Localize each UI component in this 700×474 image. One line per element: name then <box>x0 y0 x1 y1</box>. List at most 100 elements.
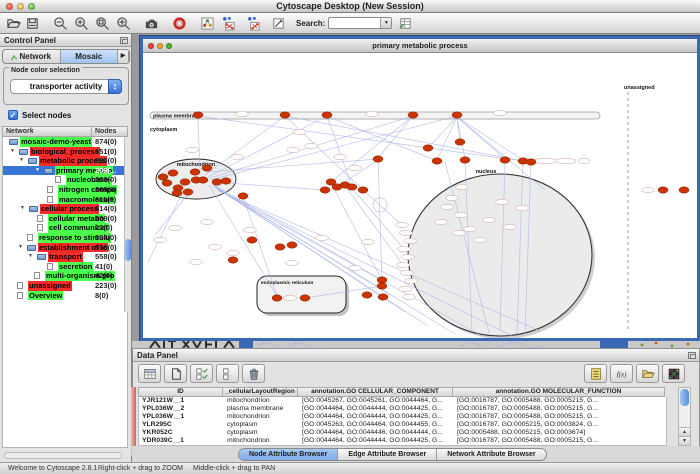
expand-arrow-icon[interactable]: ▼ <box>35 166 40 176</box>
graph-node[interactable] <box>377 283 387 289</box>
graph-node[interactable] <box>423 145 433 151</box>
tree-row[interactable]: ▼establishment of lo558(0) <box>3 243 127 253</box>
combo-stepper-icon[interactable]: ▲▼ <box>108 79 122 94</box>
function-builder-button[interactable]: f(x) <box>610 364 633 383</box>
tab-node-attribute-browser[interactable]: Node Attribute Browser <box>239 449 338 460</box>
graph-node[interactable] <box>362 292 372 298</box>
tree-row[interactable]: multi-organism pro42(0) <box>3 271 127 281</box>
column-header-region[interactable]: _cellularLayoutRegion <box>223 387 298 397</box>
tree-header-nodes[interactable]: Nodes <box>92 127 116 136</box>
graph-node[interactable] <box>373 156 383 162</box>
graph-node[interactable] <box>526 159 536 165</box>
tab-edge-attribute-browser[interactable]: Edge Attribute Browser <box>338 449 437 460</box>
graph-node[interactable] <box>408 112 418 118</box>
graph-node[interactable] <box>322 112 332 118</box>
float-panel-icon[interactable] <box>120 37 128 44</box>
control-panel-horizontal-scrollbar[interactable] <box>4 452 122 459</box>
zoom-out-button[interactable] <box>51 14 70 32</box>
tree-row[interactable]: mosaic-demo-yeast874(0) <box>3 137 127 147</box>
expand-arrow-icon[interactable]: ▼ <box>10 147 15 157</box>
expand-arrow-icon[interactable]: ▼ <box>28 252 33 262</box>
graph-node[interactable] <box>168 170 178 176</box>
search-input[interactable]: ▼ <box>328 17 392 29</box>
graph-node[interactable] <box>275 244 285 250</box>
graph-node[interactable] <box>500 157 510 163</box>
unselect-rows-button[interactable] <box>216 364 239 383</box>
table-row[interactable]: YPL036W__1mitochondrion[GO:0044464, GO:0… <box>139 413 666 421</box>
snapshot-button[interactable] <box>142 14 161 32</box>
chevron-down-icon[interactable]: ▼ <box>380 18 391 28</box>
attribute-list-button[interactable] <box>584 364 607 383</box>
scroll-up-icon[interactable]: ▲ <box>679 427 690 436</box>
expand-arrow-icon[interactable]: ▼ <box>19 156 24 166</box>
column-header-cellular-component[interactable]: annotation.GO CELLULAR_COMPONENT <box>298 387 453 397</box>
scrollbar-thumb[interactable] <box>680 389 689 406</box>
tree-row[interactable]: unassigned223(0) <box>3 281 127 291</box>
graph-node[interactable] <box>358 187 368 193</box>
graph-node[interactable] <box>202 165 212 171</box>
select-rows-button[interactable] <box>190 364 213 383</box>
tree-row[interactable]: ▼biological_process651(0) <box>3 147 127 157</box>
graph-node[interactable] <box>238 193 248 199</box>
tree-row[interactable]: secretion41(0) <box>3 262 127 272</box>
graph-node[interactable] <box>347 184 357 190</box>
graph-node[interactable] <box>162 180 172 186</box>
save-button[interactable] <box>23 14 42 32</box>
graph-node[interactable] <box>183 189 193 195</box>
tree-row[interactable]: response to stimulu264(0) <box>3 233 127 243</box>
graph-node[interactable] <box>377 277 387 283</box>
scroll-down-icon[interactable]: ▼ <box>679 436 690 445</box>
graph-node[interactable] <box>221 178 231 184</box>
import-attributes-button[interactable] <box>636 364 659 383</box>
column-header-molecular-function[interactable]: annotation.GO MOLECULAR_FUNCTION <box>453 387 665 397</box>
tree-row[interactable]: ▼metabolic process280(0) <box>3 156 127 166</box>
tree-row[interactable]: ▼cellular process614(0) <box>3 204 127 214</box>
expand-arrow-icon[interactable]: ▼ <box>20 204 25 214</box>
graph-node[interactable] <box>212 179 222 185</box>
tree-header-network[interactable]: Network <box>3 127 92 136</box>
network-overview-button[interactable] <box>198 14 217 32</box>
graph-node[interactable] <box>198 177 208 183</box>
tree-row[interactable]: Overview8(0) <box>3 291 127 301</box>
zoom-in-button[interactable] <box>72 14 91 32</box>
graph-node[interactable] <box>378 294 388 300</box>
new-attribute-button[interactable] <box>164 364 187 383</box>
table-row[interactable]: YPL036W__2plasma membrane[GO:0044464, GO… <box>139 405 666 413</box>
graph-node[interactable] <box>228 257 238 263</box>
graph-node[interactable] <box>190 169 200 175</box>
graph-node[interactable] <box>172 190 182 196</box>
graph-node[interactable] <box>460 157 470 163</box>
tree-row[interactable]: cell communicat22(0) <box>3 223 127 233</box>
zoom-selected-button[interactable] <box>93 14 112 32</box>
graph-node[interactable] <box>193 112 203 118</box>
attribute-matrix-button[interactable] <box>662 364 685 383</box>
tree-row[interactable]: ▼primary metabo209(... <box>3 166 127 176</box>
delete-attribute-button[interactable] <box>242 364 265 383</box>
annotation-button[interactable] <box>269 14 288 32</box>
table-row[interactable]: YKR052Ccytoplasm[GO:0044464, GO:0044446,… <box>139 429 666 437</box>
expand-arrow-icon[interactable]: ▼ <box>18 243 23 253</box>
select-nodes-checkbox[interactable]: ✓ <box>8 110 18 120</box>
graph-node[interactable] <box>432 158 442 164</box>
tab-network[interactable]: Network <box>3 50 61 63</box>
more-tabs-arrow-icon[interactable]: ▶ <box>118 50 129 63</box>
tab-network-attribute-browser[interactable]: Network Attribute Browser <box>437 449 545 460</box>
graph-node[interactable] <box>247 237 257 243</box>
import-table-button[interactable] <box>396 14 415 32</box>
layout-button-2[interactable] <box>244 14 263 32</box>
open-button[interactable] <box>4 14 23 32</box>
float-panel-icon[interactable] <box>688 352 696 359</box>
graph-node[interactable] <box>180 179 190 185</box>
network-window-titlebar[interactable]: primary metabolic process <box>143 39 697 53</box>
graph-node[interactable] <box>280 112 290 118</box>
node-color-select[interactable]: transporter activity ▲▼ <box>10 79 122 94</box>
tree-vertical-scrollbar[interactable] <box>124 137 131 312</box>
graph-node[interactable] <box>158 174 168 180</box>
help-button[interactable] <box>170 14 189 32</box>
tree-row[interactable]: nucleobase-209(0) <box>3 175 127 185</box>
graph-node[interactable] <box>320 187 330 193</box>
scrollbar-thumb[interactable] <box>125 239 131 261</box>
tree-row[interactable]: macromolecule311(0) <box>3 195 127 205</box>
table-row[interactable]: YDR039C__1mitochondrion[GO:0044464, GO:0… <box>139 437 666 445</box>
table-vertical-scrollbar[interactable]: ▲ ▼ <box>678 387 691 446</box>
